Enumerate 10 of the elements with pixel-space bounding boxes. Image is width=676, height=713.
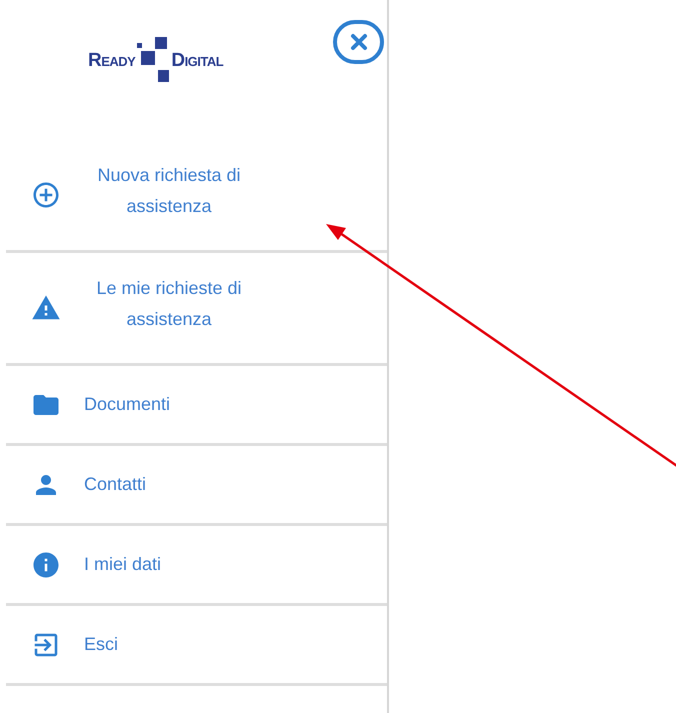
menu-item[interactable]: Le mie richieste di assistenza	[6, 253, 387, 366]
menu-item[interactable]: Nuova richiesta di assistenza	[6, 140, 387, 253]
menu-item[interactable]: Contatti	[6, 446, 387, 526]
logo: Ready Digital	[88, 36, 224, 86]
close-button[interactable]	[333, 20, 384, 64]
menu-item[interactable]: Esci	[6, 606, 387, 686]
info-icon	[31, 550, 61, 580]
menu-item[interactable]: Documenti	[6, 366, 387, 446]
close-icon	[348, 32, 368, 52]
menu-item[interactable]: I miei dati	[6, 526, 387, 606]
